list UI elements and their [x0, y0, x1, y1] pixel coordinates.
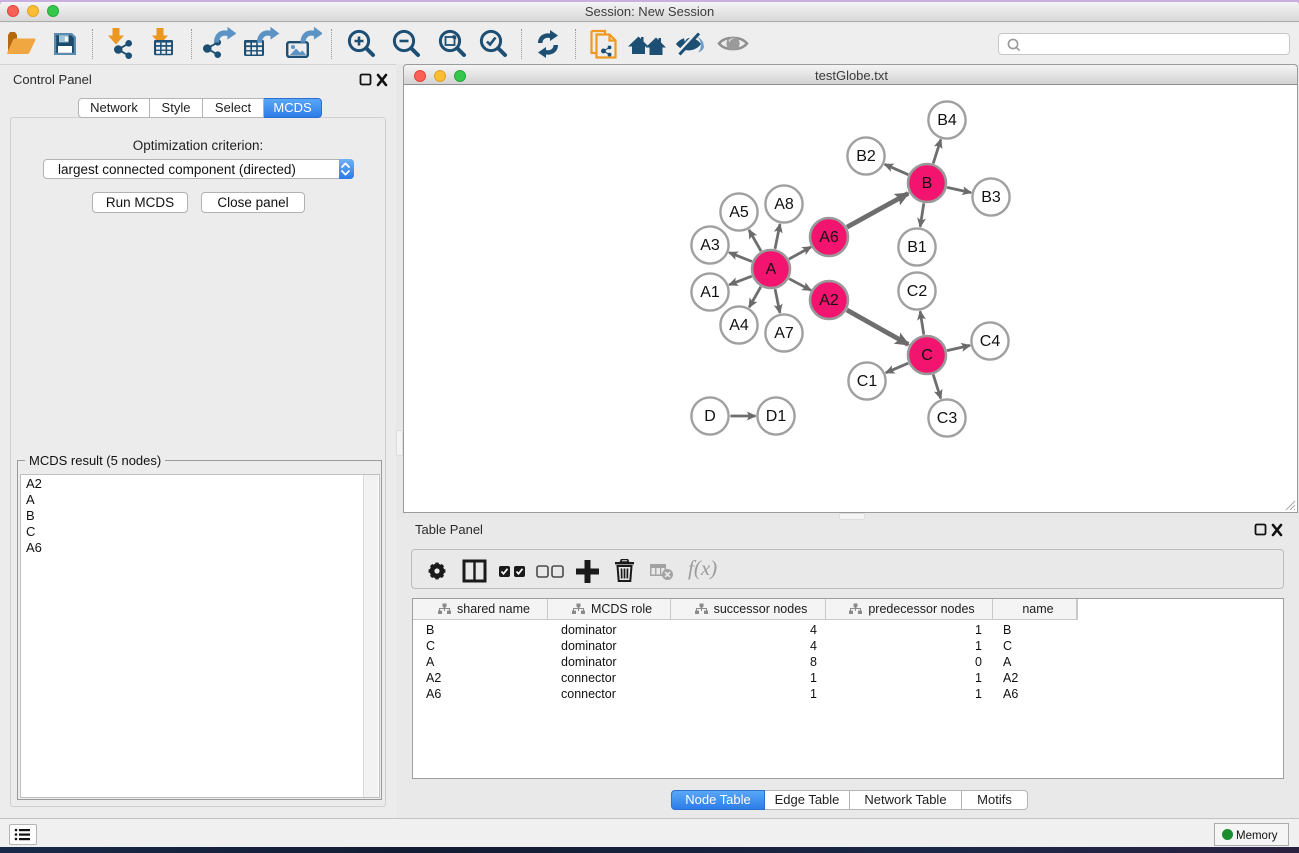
- svg-text:C1: C1: [857, 373, 878, 390]
- svg-text:C4: C4: [980, 333, 1001, 350]
- svg-text:A: A: [766, 261, 777, 278]
- svg-text:B2: B2: [856, 148, 876, 165]
- svg-text:B4: B4: [937, 112, 957, 129]
- svg-text:A5: A5: [729, 204, 749, 221]
- svg-text:A4: A4: [729, 317, 749, 334]
- svg-text:D: D: [704, 408, 716, 425]
- svg-text:A7: A7: [774, 325, 794, 342]
- svg-text:B1: B1: [907, 239, 927, 256]
- svg-text:A1: A1: [700, 284, 720, 301]
- svg-text:A6: A6: [819, 229, 839, 246]
- svg-text:A8: A8: [774, 196, 794, 213]
- svg-text:C3: C3: [937, 410, 958, 427]
- svg-text:B3: B3: [981, 189, 1001, 206]
- svg-text:A3: A3: [700, 237, 720, 254]
- svg-text:D1: D1: [766, 408, 787, 425]
- svg-text:B: B: [922, 175, 933, 192]
- svg-text:C: C: [921, 347, 933, 364]
- svg-text:C2: C2: [907, 283, 928, 300]
- svg-text:A2: A2: [819, 292, 839, 309]
